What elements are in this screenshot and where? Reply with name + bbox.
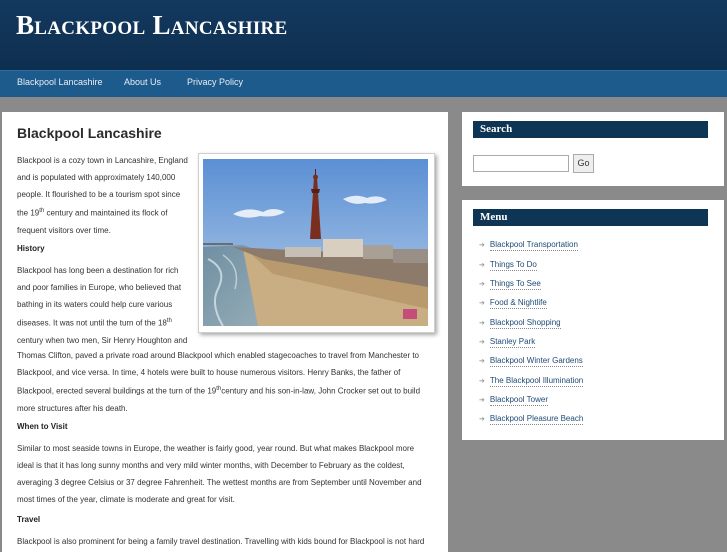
main-nav: Blackpool Lancashire About Us Privacy Po… — [0, 70, 727, 97]
arrow-icon: ➔ — [479, 300, 485, 307]
main-content: Blackpool Lancashire Blackpool is a cozy… — [2, 112, 448, 552]
search-panel: Search Go — [462, 112, 724, 186]
arrow-icon: ➔ — [479, 281, 485, 288]
page-title: Blackpool Lancashire — [17, 125, 162, 141]
nav-item-home[interactable]: Blackpool Lancashire — [17, 77, 103, 87]
go-button[interactable]: Go — [573, 154, 594, 173]
menu-panel: Menu ➔ Blackpool Transportation ➔ Things T… — [462, 200, 724, 440]
menu-item-things-to-see[interactable]: ➔ Things To See — [479, 279, 541, 290]
nav-item-privacy[interactable]: Privacy Policy — [187, 77, 243, 87]
menu-item-things-to-do[interactable]: ➔ Things To Do — [479, 260, 537, 271]
arrow-icon: ➔ — [479, 339, 485, 346]
arrow-icon: ➔ — [479, 358, 485, 365]
arrow-icon: ➔ — [479, 320, 485, 327]
menu-item-transportation[interactable]: ➔ Blackpool Transportation — [479, 240, 578, 251]
arrow-icon: ➔ — [479, 242, 485, 249]
site-title[interactable]: Blackpool Lancashire — [16, 10, 288, 41]
site-header: Blackpool Lancashire — [0, 0, 727, 70]
blackpool-tower-image — [203, 159, 428, 326]
search-heading: Search — [473, 121, 708, 138]
menu-heading: Menu — [473, 209, 708, 226]
menu-item-stanley-park[interactable]: ➔ Stanley Park — [479, 337, 536, 348]
travel-heading: Travel — [17, 515, 41, 524]
history-heading: History — [17, 244, 45, 253]
history-paragraph-b: Thomas Clifton, paved a private road aro… — [17, 351, 421, 413]
history-paragraph-a: Blackpool has long been a destination fo… — [17, 266, 188, 345]
nav-item-about[interactable]: About Us — [124, 77, 161, 87]
menu-item-tower[interactable]: ➔ Blackpool Tower — [479, 395, 548, 406]
intro-paragraph: Blackpool is a cozy town in Lancashire, … — [17, 156, 188, 235]
travel-paragraph: Blackpool is also prominent for being a … — [17, 537, 425, 546]
menu-item-pleasure-beach[interactable]: ➔ Blackpool Pleasure Beach — [479, 414, 584, 425]
when-to-visit-paragraph: Similar to most seaside towns in Europe,… — [17, 444, 422, 504]
menu-item-food-nightlife[interactable]: ➔ Food & Nightlife — [479, 298, 547, 309]
blackpool-photo — [198, 153, 435, 333]
when-to-visit-heading: When to Visit — [17, 422, 68, 431]
arrow-icon: ➔ — [479, 416, 485, 423]
menu-item-illumination[interactable]: ➔ The Blackpool Illumination — [479, 376, 584, 387]
search-input[interactable] — [473, 155, 569, 172]
arrow-icon: ➔ — [479, 378, 485, 385]
menu-item-winter-gardens[interactable]: ➔ Blackpool Winter Gardens — [479, 356, 583, 367]
arrow-icon: ➔ — [479, 262, 485, 269]
menu-item-shopping[interactable]: ➔ Blackpool Shopping — [479, 318, 561, 329]
arrow-icon: ➔ — [479, 397, 485, 404]
